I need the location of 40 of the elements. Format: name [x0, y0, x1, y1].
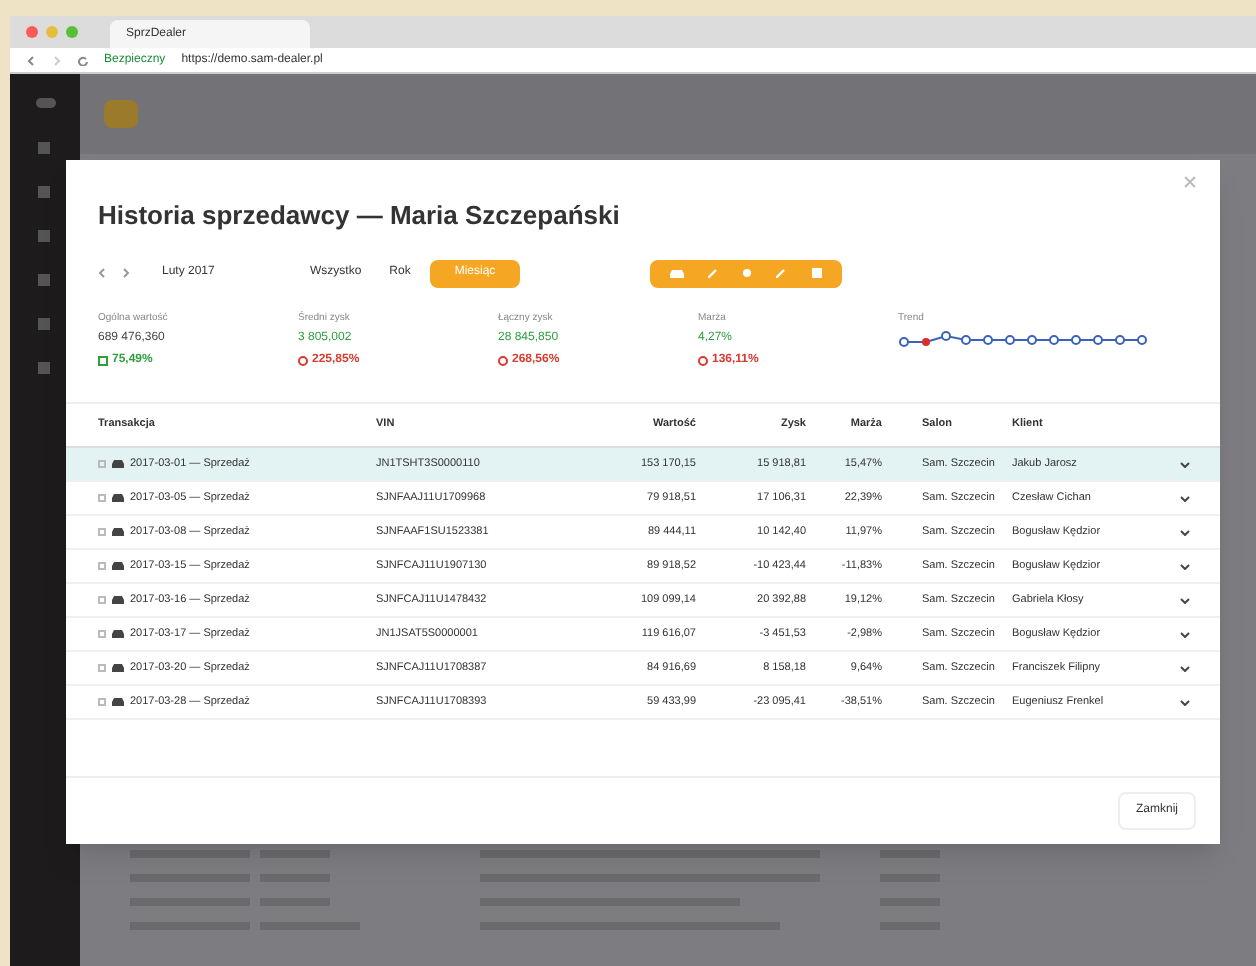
chevron-down-icon[interactable]: [1180, 665, 1190, 671]
window-minimize-icon[interactable]: [46, 26, 58, 38]
forward-icon[interactable]: [52, 55, 62, 65]
checkbox[interactable]: [98, 698, 106, 706]
car-icon: [112, 664, 124, 672]
checkbox[interactable]: [98, 562, 106, 570]
chevron-down-icon[interactable]: [1180, 597, 1190, 603]
chevron-down-icon[interactable]: [1180, 563, 1190, 569]
car-icon: [112, 460, 124, 468]
checkbox[interactable]: [98, 494, 106, 502]
previous-icon[interactable]: [98, 268, 106, 278]
pencil-icon[interactable]: [776, 268, 787, 278]
next-icon[interactable]: [122, 268, 130, 278]
car-icon: [112, 698, 124, 706]
close-icon[interactable]: [1184, 176, 1196, 188]
box-icon[interactable]: [811, 268, 822, 278]
chevron-down-icon[interactable]: [1180, 461, 1190, 467]
brand-icon: [104, 100, 138, 128]
reload-icon[interactable]: [78, 55, 88, 65]
dot-icon[interactable]: [742, 268, 753, 278]
car-icon: [112, 562, 124, 570]
checkbox[interactable]: [98, 664, 106, 672]
car-icon: [112, 596, 124, 604]
car-icon: [112, 630, 124, 638]
car-icon[interactable]: [669, 268, 684, 278]
chevron-down-icon[interactable]: [1180, 699, 1190, 705]
car-icon: [112, 494, 124, 502]
back-icon[interactable]: [26, 55, 36, 65]
logo-icon: [35, 98, 55, 108]
modal-title: Historia sprzedawcy — Maria Szczepański: [96, 198, 622, 234]
checkbox[interactable]: [98, 528, 106, 536]
chevron-down-icon[interactable]: [1180, 631, 1190, 637]
car-icon: [112, 528, 124, 536]
window-close-icon[interactable]: [26, 26, 38, 38]
checkbox[interactable]: [98, 596, 106, 604]
checkbox[interactable]: [98, 630, 106, 638]
chevron-down-icon[interactable]: [1180, 495, 1190, 501]
chevron-down-icon[interactable]: [1180, 529, 1190, 535]
checkbox[interactable]: [98, 460, 106, 468]
window-zoom-icon[interactable]: [66, 26, 78, 38]
